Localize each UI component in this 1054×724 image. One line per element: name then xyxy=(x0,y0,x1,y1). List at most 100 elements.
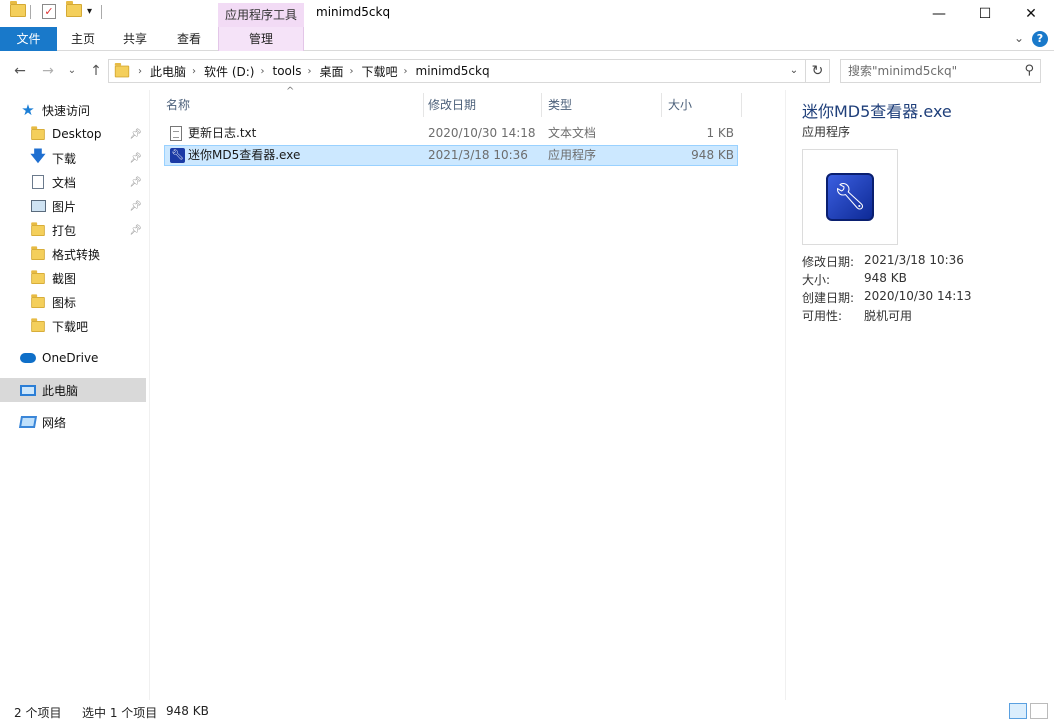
file-modified: 2020/10/30 14:18 xyxy=(428,126,536,140)
column-header-modified[interactable]: 修改日期 xyxy=(422,93,542,117)
up-button[interactable]: ↑ xyxy=(86,61,106,81)
navigation-pane: ★ 快速访问 Desktop 📌︎ 🡇 下载 📌︎ 文档 📌︎ 图片 📌︎ 打包… xyxy=(0,90,150,700)
maximize-button[interactable]: ☐ xyxy=(962,0,1008,27)
details-prop-size: 大小: 948 KB xyxy=(802,271,907,288)
folder-icon xyxy=(30,293,46,310)
folder-icon xyxy=(30,269,46,286)
minimize-button[interactable]: — xyxy=(916,0,962,27)
prop-value: 2020/10/30 14:13 xyxy=(864,289,972,303)
breadcrumb-this-pc[interactable]: 此电脑 xyxy=(150,63,186,80)
pin-icon[interactable]: 📌︎ xyxy=(129,153,142,164)
tab-view[interactable]: 查看 xyxy=(168,27,210,51)
large-icons-view-icon[interactable] xyxy=(1030,703,1048,719)
sidebar-item-downloads[interactable]: 🡇 下载 📌︎ xyxy=(30,147,146,169)
chevron-right-icon[interactable]: › xyxy=(307,66,311,77)
wrench-app-icon: 🔧︎ xyxy=(170,148,185,163)
pin-icon[interactable]: 📌︎ xyxy=(129,225,142,236)
network-icon xyxy=(18,414,38,430)
pin-icon[interactable]: 📌︎ xyxy=(129,129,142,140)
chevron-right-icon[interactable]: › xyxy=(138,66,142,77)
title-bar: ✓ ▾ 应用程序工具 minimd5ckq — ☐ ✕ xyxy=(0,0,1054,27)
ribbon-expand-icon[interactable]: ⌄ xyxy=(1014,31,1024,45)
breadcrumb-tools[interactable]: tools xyxy=(272,64,301,78)
prop-value: 948 KB xyxy=(864,271,907,285)
status-selection-size: 948 KB xyxy=(166,704,209,718)
sidebar-quick-access[interactable]: ★ 快速访问 xyxy=(20,99,146,121)
cloud-icon xyxy=(20,350,36,366)
sidebar-item-screenshots[interactable]: 截图 xyxy=(30,267,146,289)
tab-home[interactable]: 主页 xyxy=(62,27,104,51)
ribbon-tabs: 文件 主页 共享 查看 管理 ⌄ ? xyxy=(0,27,1054,51)
chevron-right-icon[interactable]: › xyxy=(192,66,196,77)
sidebar-item-label: 下载 xyxy=(52,151,77,166)
sidebar-item-desktop[interactable]: Desktop 📌︎ xyxy=(30,123,146,145)
chevron-right-icon[interactable]: › xyxy=(404,66,408,77)
tab-manage[interactable]: 管理 xyxy=(218,27,304,51)
search-input[interactable] xyxy=(848,60,1018,82)
sidebar-item-xiazaiba[interactable]: 下载吧 xyxy=(30,315,146,337)
prop-value: 脱机可用 xyxy=(864,309,913,323)
sidebar-item-dabao[interactable]: 打包 📌︎ xyxy=(30,219,146,241)
picture-icon xyxy=(30,198,46,214)
view-switcher xyxy=(1006,703,1048,719)
breadcrumb-drive-d[interactable]: 软件 (D:) xyxy=(204,63,254,80)
sidebar-this-pc[interactable]: 此电脑 xyxy=(0,378,146,402)
chevron-right-icon[interactable]: › xyxy=(260,66,264,77)
properties-check-icon[interactable]: ✓ xyxy=(42,4,56,19)
details-view-icon[interactable] xyxy=(1009,703,1027,719)
sidebar-item-label: OneDrive xyxy=(42,351,99,365)
file-row-selected[interactable]: 🔧︎ 迷你MD5查看器.exe 2021/3/18 10:36 应用程序 948… xyxy=(164,145,738,166)
folder-icon xyxy=(30,221,46,238)
new-folder-icon[interactable] xyxy=(66,1,82,17)
back-button[interactable]: ← xyxy=(10,61,30,81)
sidebar-onedrive[interactable]: OneDrive xyxy=(20,347,146,369)
breadcrumb-xiazaiba[interactable]: 下载吧 xyxy=(361,63,397,80)
breadcrumb-current[interactable]: minimd5ckq xyxy=(416,64,490,78)
column-header-size[interactable]: 大小 xyxy=(662,93,742,117)
context-tab-title: 应用程序工具 xyxy=(218,3,304,27)
pin-icon[interactable]: 📌︎ xyxy=(129,201,142,212)
column-header-type[interactable]: 类型 xyxy=(542,93,662,117)
sidebar-item-documents[interactable]: 文档 📌︎ xyxy=(30,171,146,193)
breadcrumb-desktop[interactable]: 桌面 xyxy=(319,63,343,80)
sidebar-item-label: 图片 xyxy=(52,199,77,214)
sidebar-item-label: 此电脑 xyxy=(42,383,79,398)
sidebar-network[interactable]: 网络 xyxy=(18,411,146,433)
search-box[interactable]: ⚲ xyxy=(840,59,1041,83)
sidebar-item-label: 文档 xyxy=(52,175,77,190)
details-file-name: 迷你MD5查看器.exe xyxy=(802,102,952,121)
quick-access-folder-icon[interactable] xyxy=(10,1,26,17)
recent-locations-button[interactable]: ⌄ xyxy=(62,61,82,81)
details-prop-modified: 修改日期: 2021/3/18 10:36 xyxy=(802,253,964,270)
address-folder-icon xyxy=(114,62,130,77)
folder-icon xyxy=(30,245,46,262)
wrench-app-icon: 🔧︎ xyxy=(826,173,874,221)
help-icon[interactable]: ? xyxy=(1032,31,1048,47)
tab-share[interactable]: 共享 xyxy=(114,27,156,51)
address-bar[interactable]: › 此电脑 › 软件 (D:) › tools › 桌面 › 下载吧 › min… xyxy=(108,59,806,83)
tab-file[interactable]: 文件 xyxy=(0,27,57,51)
file-row[interactable]: 更新日志.txt 2020/10/30 14:18 文本文档 1 KB xyxy=(164,124,738,145)
download-arrow-icon: 🡇 xyxy=(30,146,46,165)
forward-button[interactable]: → xyxy=(38,61,58,81)
sidebar-item-icons[interactable]: 图标 xyxy=(30,291,146,313)
search-icon[interactable]: ⚲ xyxy=(1024,63,1034,78)
details-prop-created: 创建日期: 2020/10/30 14:13 xyxy=(802,289,972,306)
pin-icon[interactable]: 📌︎ xyxy=(129,177,142,188)
sidebar-item-format-convert[interactable]: 格式转换 xyxy=(30,243,146,265)
details-pane: 迷你MD5查看器.exe 应用程序 🔧︎ 修改日期: 2021/3/18 10:… xyxy=(785,90,1054,700)
address-dropdown-icon[interactable]: ⌄ xyxy=(783,60,805,82)
status-bar: 2 个项目 选中 1 个项目 948 KB xyxy=(0,700,1054,724)
file-type: 应用程序 xyxy=(548,148,597,162)
sidebar-item-label: 下载吧 xyxy=(52,319,89,334)
qa-separator xyxy=(30,5,31,19)
navigation-bar: ← → ⌄ ↑ › 此电脑 › 软件 (D:) › tools › 桌面 › 下… xyxy=(0,57,1054,85)
close-button[interactable]: ✕ xyxy=(1008,0,1054,27)
customize-qa-icon[interactable]: ▾ xyxy=(87,6,92,17)
column-header-name[interactable]: 名称 xyxy=(160,93,424,117)
sidebar-item-pictures[interactable]: 图片 📌︎ xyxy=(30,195,146,217)
refresh-button[interactable]: ↻ xyxy=(806,59,830,83)
details-file-type: 应用程序 xyxy=(802,125,851,139)
chevron-right-icon[interactable]: › xyxy=(349,66,353,77)
file-size: 948 KB xyxy=(691,148,734,162)
